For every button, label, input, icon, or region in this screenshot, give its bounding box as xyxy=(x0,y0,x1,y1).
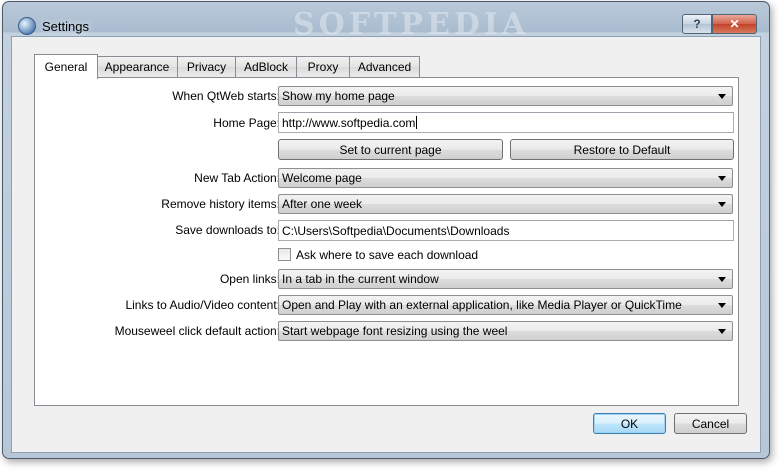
mousewheel-value: Start webpage font resizing using the we… xyxy=(282,324,508,338)
remove-history-dropdown[interactable]: After one week xyxy=(278,194,733,214)
text-caret xyxy=(416,116,418,129)
tab-appearance[interactable]: Appearance xyxy=(96,56,178,77)
tab-privacy[interactable]: Privacy xyxy=(177,56,236,77)
title-bar[interactable]: Settings SOFTPEDIA ? ✕ xyxy=(3,2,769,42)
home-page-input[interactable]: http://www.softpedia.com xyxy=(278,112,734,133)
close-button[interactable]: ✕ xyxy=(712,14,757,34)
save-downloads-input[interactable]: C:\Users\Softpedia\Documents\Downloads xyxy=(278,220,734,241)
mousewheel-dropdown[interactable]: Start webpage font resizing using the we… xyxy=(278,321,733,341)
av-links-dropdown[interactable]: Open and Play with an external applicati… xyxy=(278,295,733,315)
new-tab-action-label: New Tab Action: xyxy=(194,171,280,185)
home-page-label: Home Page: xyxy=(213,116,280,130)
chevron-down-icon xyxy=(718,202,726,207)
open-links-label: Open links: xyxy=(219,272,280,286)
new-tab-action-dropdown[interactable]: Welcome page xyxy=(278,168,733,188)
chevron-down-icon xyxy=(718,94,726,99)
av-links-value: Open and Play with an external applicati… xyxy=(282,298,682,312)
window-title: Settings xyxy=(42,19,89,34)
chevron-down-icon xyxy=(718,329,726,334)
open-links-dropdown[interactable]: In a tab in the current window xyxy=(278,269,733,289)
tab-adblock[interactable]: AdBlock xyxy=(235,56,297,77)
qtweb-app-icon xyxy=(18,17,36,35)
mousewheel-label: Mouseweel click default action: xyxy=(114,324,280,338)
ask-where-checkbox[interactable] xyxy=(278,248,291,261)
restore-to-default-button[interactable]: Restore to Default xyxy=(510,139,734,160)
remove-history-value: After one week xyxy=(282,197,363,211)
chevron-down-icon xyxy=(718,303,726,308)
chevron-down-icon xyxy=(718,176,726,181)
new-tab-action-value: Welcome page xyxy=(282,171,362,185)
remove-history-label: Remove history items: xyxy=(161,197,280,211)
save-downloads-value: C:\Users\Softpedia\Documents\Downloads xyxy=(282,223,510,238)
home-page-value: http://www.softpedia.com xyxy=(282,115,416,130)
chevron-down-icon xyxy=(718,277,726,282)
ok-button[interactable]: OK xyxy=(593,413,666,434)
save-downloads-label: Save downloads to: xyxy=(175,223,280,237)
when-starts-value: Show my home page xyxy=(282,89,395,103)
cancel-button[interactable]: Cancel xyxy=(674,413,747,434)
general-tab-panel: When QtWeb starts: Show my home page Hom… xyxy=(34,77,739,406)
tab-advanced[interactable]: Advanced xyxy=(349,56,420,77)
when-starts-label: When QtWeb starts: xyxy=(172,89,280,103)
av-links-label: Links to Audio/Video content: xyxy=(125,298,280,312)
dialog-client-area: General Appearance Privacy AdBlock Proxy… xyxy=(11,36,761,453)
set-to-current-page-button[interactable]: Set to current page xyxy=(278,139,503,160)
settings-window: Settings SOFTPEDIA ? ✕ General Appearanc… xyxy=(2,1,770,459)
tab-proxy[interactable]: Proxy xyxy=(296,56,350,77)
ask-where-label[interactable]: Ask where to save each download xyxy=(296,248,478,262)
open-links-value: In a tab in the current window xyxy=(282,272,439,286)
tab-general[interactable]: General xyxy=(34,54,98,79)
when-starts-dropdown[interactable]: Show my home page xyxy=(278,86,733,106)
help-button[interactable]: ? xyxy=(682,14,712,34)
